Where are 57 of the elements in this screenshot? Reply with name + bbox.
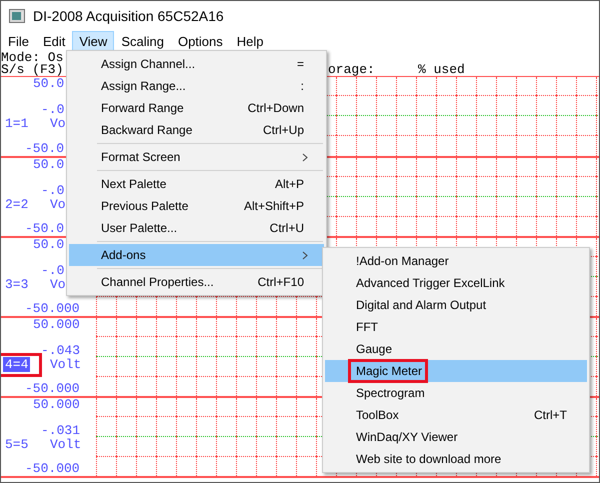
menu-item[interactable]: Spectrogram	[325, 382, 587, 404]
scale-min-value: -50.0	[24, 222, 66, 236]
unit-label: Volt	[50, 358, 82, 372]
menu-item[interactable]: WinDaq/XY Viewer	[325, 426, 587, 448]
menu-bar-item[interactable]: File	[1, 31, 36, 51]
current-value: -.0	[40, 264, 66, 278]
scale-max-value: 50.000	[32, 318, 81, 334]
menu-item[interactable]: Previous Palette Alt+Shift+P	[69, 195, 324, 217]
scale-max-value: 50.0	[32, 77, 66, 93]
current-value: -.043	[40, 344, 82, 358]
menu-bar-item[interactable]: Edit	[36, 31, 72, 51]
channel-label[interactable]: 4=4	[3, 357, 30, 372]
menu-bar-item[interactable]: Options	[170, 31, 230, 51]
scale-min-value: -50.000	[24, 382, 81, 396]
unit-label: Vo	[50, 278, 66, 292]
menu-item[interactable]: FFT	[325, 316, 587, 338]
channel-label[interactable]: 3=3	[3, 277, 30, 292]
menu-item[interactable]: Assign Range... :	[69, 75, 324, 97]
menu-item[interactable]: ToolBox Ctrl+T	[325, 404, 587, 426]
scale-max-value: 50.000	[32, 398, 81, 414]
scale-min-value: -50.000	[24, 302, 81, 316]
storage-label: orage:	[328, 62, 375, 77]
current-value: -.0	[40, 103, 66, 117]
menu-item[interactable]: Digital and Alarm Output	[325, 294, 587, 316]
menu-bar-item[interactable]: Help	[230, 31, 271, 51]
menu-item[interactable]: Channel Properties... Ctrl+F10	[69, 271, 324, 293]
menu-item[interactable]: !Add-on Manager	[325, 250, 587, 272]
scale-max-value: 50.0	[32, 238, 66, 254]
app-icon	[9, 9, 25, 23]
menu-item[interactable]: Advanced Trigger ExcelLink	[325, 272, 587, 294]
menu-bar-item[interactable]: View	[72, 31, 114, 51]
menu-bar-item[interactable]: Scaling	[114, 31, 171, 51]
menu-item[interactable]: Format Screen	[69, 146, 324, 168]
menu-item[interactable]: Web site to download more	[325, 448, 587, 470]
current-value: -.0	[40, 184, 66, 198]
storage-value: % used	[418, 64, 465, 76]
menu-item[interactable]: Assign Channel... =	[69, 53, 324, 75]
scale-min-value: -50.000	[24, 462, 81, 476]
menu-item[interactable]: Gauge	[325, 338, 587, 360]
mode-text: Mode: Os	[1, 52, 64, 64]
menu-item[interactable]: Forward Range Ctrl+Down	[69, 97, 324, 119]
channel-label[interactable]: 5=5	[3, 437, 30, 452]
channel-label[interactable]: 2=2	[3, 197, 30, 212]
scale-max-value: 50.0	[32, 158, 66, 174]
unit-label: Vo	[50, 117, 66, 131]
unit-label: Volt	[50, 438, 82, 452]
current-value: -.031	[40, 424, 82, 438]
sample-rate-text: S/s (F3)	[1, 62, 64, 77]
channel-label[interactable]: 1=1	[3, 116, 30, 131]
menu-item[interactable]: User Palette... Ctrl+U	[69, 217, 324, 239]
menu-item[interactable]: Backward Range Ctrl+Up	[69, 119, 324, 141]
menu-item[interactable]: Add-ons	[69, 244, 324, 266]
unit-label: Vo	[50, 198, 66, 212]
window-title: DI-2008 Acquisition 65C52A16	[33, 8, 224, 24]
menu-item[interactable]: Next Palette Alt+P	[69, 173, 324, 195]
menu-item[interactable]: Magic Meter	[325, 360, 587, 382]
scale-min-value: -50.0	[24, 142, 66, 156]
